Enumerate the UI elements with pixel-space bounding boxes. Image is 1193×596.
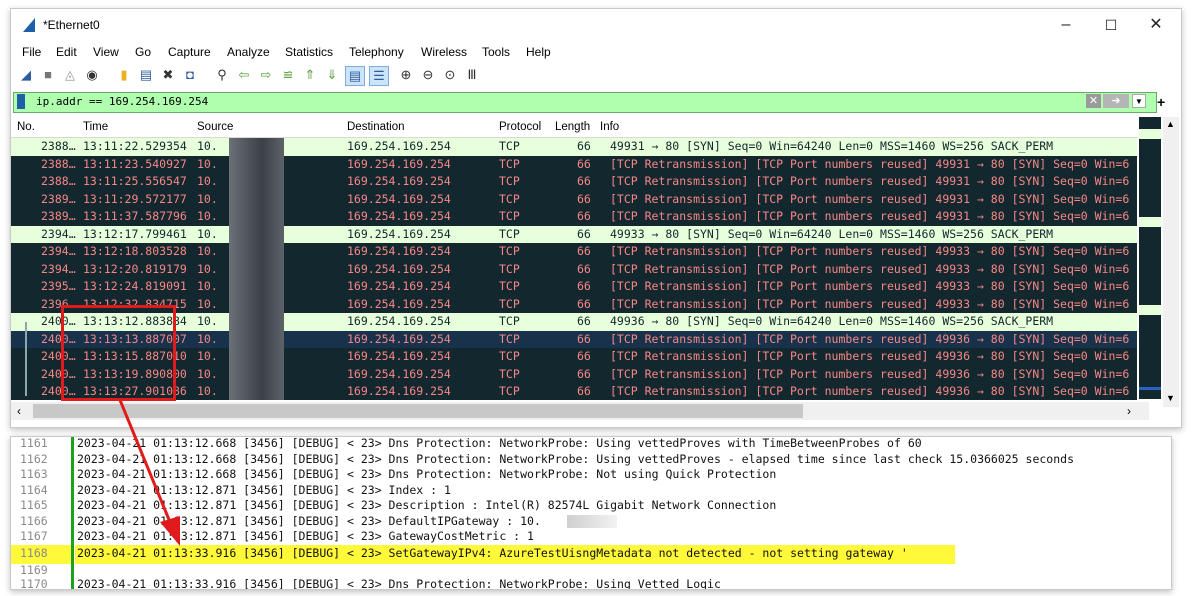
annotation-arrow xyxy=(118,399,180,546)
